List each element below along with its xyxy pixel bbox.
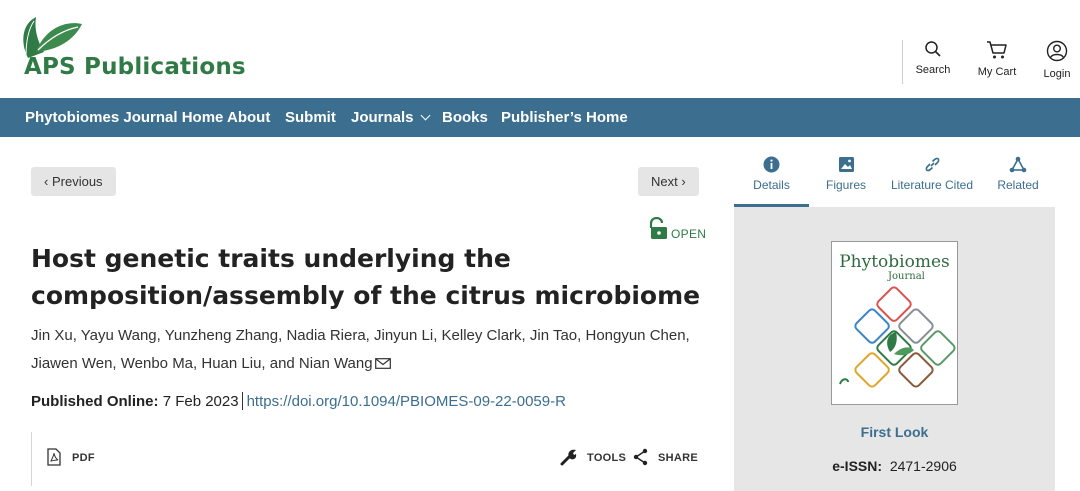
published-label: Published Online:: [31, 393, 159, 410]
image-icon: [838, 157, 854, 172]
nav-books[interactable]: Books: [442, 98, 488, 137]
published-date: 7 Feb 2023: [162, 393, 239, 410]
nav-journal-home[interactable]: Phytobiomes Journal Home: [25, 98, 223, 137]
author-line[interactable]: Jin Xu, Yayu Wang, Yunzheng Zhang, Nadia…: [31, 322, 711, 350]
toolbar-divider: [31, 432, 32, 486]
cart-label: My Cart: [977, 66, 1017, 78]
nav-submit[interactable]: Submit: [285, 98, 336, 137]
author-line[interactable]: Jiawen Wen, Wenbo Ma, Huan Liu, and Nian…: [31, 355, 373, 372]
main-nav: Phytobiomes Journal Home About Submit Jo…: [0, 98, 1080, 137]
author-list: Jin Xu, Yayu Wang, Yunzheng Zhang, Nadia…: [31, 322, 711, 378]
cart-icon: [987, 41, 1007, 59]
share-nodes-icon: [1009, 156, 1027, 173]
issn-value: 2471-2906: [889, 458, 957, 474]
author-line-wrapper: Jiawen Wen, Wenbo Ma, Huan Liu, and Nian…: [31, 350, 711, 378]
pdf-label: PDF: [72, 452, 95, 464]
search-label: Search: [915, 64, 951, 76]
nav-journals-label: Journals: [351, 109, 414, 126]
logo-text: APS Publications: [24, 54, 246, 80]
title-line: composition/assembly of the citrus micro…: [31, 281, 701, 310]
nav-journals[interactable]: Journals: [351, 98, 430, 137]
mail-icon[interactable]: [374, 357, 391, 369]
tab-figures-label: Figures: [825, 178, 866, 192]
pdf-button[interactable]: PDF: [46, 448, 106, 468]
search-icon: [925, 41, 941, 57]
cover-subtitle: Journal: [888, 271, 925, 282]
login-link[interactable]: Login: [1040, 40, 1074, 80]
first-look-link[interactable]: First Look: [734, 424, 1055, 440]
tab-literature-cited-label: Literature Cited: [890, 178, 974, 192]
doi-link[interactable]: https://doi.org/10.1094/PBIOMES-09-22-00…: [247, 393, 566, 410]
pdf-icon: [47, 448, 61, 466]
next-button[interactable]: Next ›: [638, 167, 699, 196]
divider: [241, 392, 243, 411]
issn-label: e-ISSN:: [832, 458, 883, 474]
journal-cover-image[interactable]: Phytobiomes Journal: [831, 241, 958, 405]
share-button[interactable]: SHARE: [633, 448, 699, 468]
tab-figures[interactable]: Figures: [814, 150, 878, 207]
chevron-down-icon: [420, 110, 430, 121]
cover-illustration: [839, 286, 956, 388]
wrench-icon: [560, 449, 577, 466]
tab-literature-cited[interactable]: Literature Cited: [886, 150, 978, 207]
tab-related[interactable]: Related: [992, 150, 1044, 207]
published-info: Published Online: 7 Feb 2023 https://doi.…: [31, 392, 566, 411]
site-header: APS Publications Search My Cart Login: [0, 0, 1080, 98]
info-icon: [763, 156, 780, 173]
aps-logo[interactable]: APS Publications: [14, 12, 246, 88]
share-label: SHARE: [658, 452, 699, 464]
tools-label: TOOLS: [587, 452, 627, 464]
chevron-left-icon: ‹: [44, 174, 49, 189]
tab-related-label: Related: [997, 178, 1039, 192]
tools-button[interactable]: TOOLS: [560, 448, 626, 468]
login-label: Login: [1043, 68, 1071, 80]
title-line: Host genetic traits underlying the: [31, 244, 511, 273]
open-label: OPEN: [671, 227, 707, 241]
search-link[interactable]: Search: [913, 40, 953, 76]
chevron-right-icon: ›: [681, 174, 686, 189]
tab-details-label: Details: [753, 178, 790, 192]
unlock-icon: [649, 217, 667, 239]
nav-publishers-home[interactable]: Publisher’s Home: [501, 98, 628, 137]
link-icon: [925, 157, 939, 172]
article-title: Host genetic traits underlying the compo…: [31, 240, 711, 314]
previous-label: Previous: [51, 174, 103, 189]
user-icon: [1046, 40, 1068, 62]
nav-about[interactable]: About: [227, 98, 270, 137]
tab-details[interactable]: Details: [734, 150, 809, 207]
share-icon: [633, 448, 648, 466]
cart-link[interactable]: My Cart: [974, 40, 1020, 78]
utility-divider: [902, 40, 903, 84]
next-label: Next: [651, 174, 678, 189]
cover-title: Phytobiomes: [839, 252, 950, 272]
sidebar-tabs: Details Figures Literature Cited Related: [734, 150, 1080, 207]
previous-button[interactable]: ‹ Previous: [31, 167, 116, 196]
issn-info: e-ISSN: 2471-2906: [734, 458, 1055, 474]
